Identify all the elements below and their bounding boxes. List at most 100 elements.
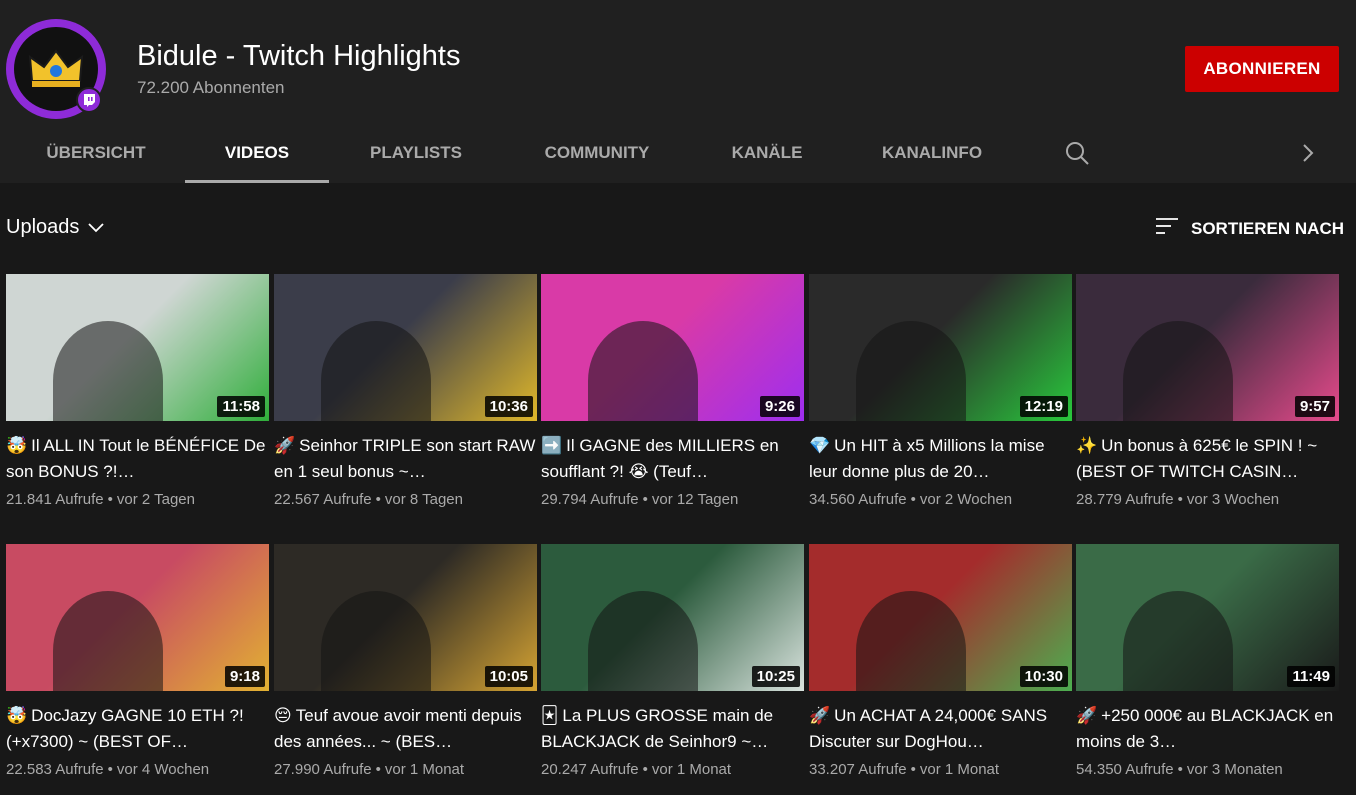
video-card[interactable]: 9:18 🤯 DocJazy GAGNE 10 ETH ?! (+x7300) ~ …: [6, 544, 269, 778]
thumbnail-figure: [321, 591, 432, 691]
video-card[interactable]: 9:57 ✨ Un bonus à 625€ le SPIN ! ~ (BEST O…: [1076, 274, 1339, 508]
video-thumbnail[interactable]: 9:18: [6, 544, 269, 691]
tab-community[interactable]: COMMUNITY: [520, 124, 674, 183]
chevron-down-icon: [87, 216, 105, 239]
video-title-text: DocJazy GAGNE 10 ETH ?! (+x7300) ~ (BEST…: [6, 706, 244, 751]
chevron-right-icon[interactable]: [1298, 140, 1318, 171]
video-meta: 22.567 Aufrufe • vor 8 Tagen: [274, 491, 537, 508]
separator-dot: •: [107, 761, 113, 778]
video-title-text: Il GAGNE des MILLIERS en soufflant ?! 😭 …: [541, 436, 779, 481]
upload-age: vor 12 Tagen: [651, 491, 739, 508]
video-duration: 11:49: [1287, 666, 1335, 687]
video-title[interactable]: ✨ Un bonus à 625€ le SPIN ! ~ (BEST OF TW…: [1076, 433, 1339, 483]
channel-avatar[interactable]: [6, 19, 106, 119]
subscriber-count: 72.200 Abonnenten: [137, 78, 285, 97]
video-title-text: La PLUS GROSSE main de BLACKJACK de Sein…: [541, 706, 774, 751]
view-count: 22.567 Aufrufe: [274, 491, 372, 508]
thumbnail-figure: [53, 591, 164, 691]
video-thumbnail[interactable]: 11:49: [1076, 544, 1339, 691]
separator-dot: •: [107, 491, 113, 508]
video-title-text: Il ALL IN Tout le BÉNÉFICE De son BONUS …: [6, 436, 266, 481]
title-emoji: ✨: [1076, 436, 1098, 456]
video-card[interactable]: 10:30 🚀 Un ACHAT A 24,000€ SANS Discuter s…: [809, 544, 1072, 778]
video-title[interactable]: 🚀 Un ACHAT A 24,000€ SANS Discuter sur Do…: [809, 703, 1072, 753]
video-title[interactable]: ➡️ Il GAGNE des MILLIERS en soufflant ?! …: [541, 433, 804, 483]
video-title[interactable]: 🤯 Il ALL IN Tout le BÉNÉFICE De son BONUS…: [6, 433, 269, 483]
upload-age: vor 4 Wochen: [116, 761, 210, 778]
video-meta: 29.794 Aufrufe • vor 12 Tagen: [541, 491, 804, 508]
upload-age: vor 1 Monat: [651, 761, 732, 778]
video-duration: 10:05: [484, 666, 533, 687]
upload-age: vor 8 Tagen: [384, 491, 463, 508]
search-icon[interactable]: [1064, 140, 1090, 171]
view-count: 27.990 Aufrufe: [274, 761, 372, 778]
subscribe-button[interactable]: ABONNIEREN: [1185, 46, 1339, 92]
video-card[interactable]: 11:58 🤯 Il ALL IN Tout le BÉNÉFICE De son …: [6, 274, 269, 508]
video-title[interactable]: 🚀 Seinhor TRIPLE son start RAW en 1 seul …: [274, 433, 537, 483]
sort-button[interactable]: SORTIEREN NACH: [1155, 216, 1344, 241]
title-emoji: 🚀: [1076, 706, 1098, 726]
video-card[interactable]: 10:36 🚀 Seinhor TRIPLE son start RAW en 1 …: [274, 274, 537, 508]
video-title[interactable]: 😔 Teuf avoue avoir menti depuis des année…: [274, 703, 537, 753]
thumbnail-figure: [588, 591, 699, 691]
video-title[interactable]: 🤯 DocJazy GAGNE 10 ETH ?! (+x7300) ~ (BES…: [6, 703, 269, 753]
video-thumbnail[interactable]: 10:25: [541, 544, 804, 691]
video-duration: 9:18: [224, 666, 265, 687]
title-emoji: 💎: [809, 436, 831, 456]
sort-icon: [1155, 216, 1179, 241]
twitch-icon: [76, 87, 102, 113]
video-title-text: Un ACHAT A 24,000€ SANS Discuter sur Dog…: [809, 706, 1048, 751]
video-meta: 22.583 Aufrufe • vor 4 Wochen: [6, 761, 269, 778]
video-title-text: Seinhor TRIPLE son start RAW en 1 seul b…: [274, 436, 536, 481]
title-emoji: 🚀: [809, 706, 831, 726]
video-card[interactable]: 12:19 💎 Un HIT à x5 Millions la mise leur …: [809, 274, 1072, 508]
tab-uebersicht[interactable]: ÜBERSICHT: [26, 124, 166, 183]
tab-videos[interactable]: VIDEOS: [185, 124, 329, 183]
video-title[interactable]: 💎 Un HIT à x5 Millions la mise leur donne…: [809, 433, 1072, 483]
video-meta: 27.990 Aufrufe • vor 1 Monat: [274, 761, 537, 778]
separator-dot: •: [642, 761, 648, 778]
channel-tabs: ÜBERSICHT VIDEOS PLAYLISTS COMMUNITY KAN…: [0, 124, 1356, 183]
uploads-dropdown[interactable]: Uploads: [6, 216, 105, 239]
video-card[interactable]: 10:05 😔 Teuf avoue avoir menti depuis des …: [274, 544, 537, 778]
view-count: 54.350 Aufrufe: [1076, 761, 1174, 778]
video-thumbnail[interactable]: 10:05: [274, 544, 537, 691]
separator-dot: •: [375, 761, 381, 778]
video-duration: 9:57: [1294, 396, 1335, 417]
video-thumbnail[interactable]: 11:58: [6, 274, 269, 421]
video-title-text: Teuf avoue avoir menti depuis des années…: [274, 706, 522, 751]
video-card[interactable]: 10:25 🃏 La PLUS GROSSE main de BLACKJACK d…: [541, 544, 804, 778]
video-thumbnail[interactable]: 9:26: [541, 274, 804, 421]
title-emoji: 🤯: [6, 436, 28, 456]
upload-age: vor 1 Monat: [384, 761, 465, 778]
thumbnail-figure: [856, 321, 967, 421]
tab-kanaele[interactable]: KANÄLE: [712, 124, 822, 183]
video-duration: 10:36: [484, 396, 533, 417]
video-thumbnail[interactable]: 9:57: [1076, 274, 1339, 421]
separator-dot: •: [910, 761, 916, 778]
video-meta: 20.247 Aufrufe • vor 1 Monat: [541, 761, 804, 778]
video-card[interactable]: 11:49 🚀 +250 000€ au BLACKJACK en moins de…: [1076, 544, 1339, 778]
channel-title: Bidule - Twitch Highlights: [137, 40, 461, 72]
upload-age: vor 2 Wochen: [919, 491, 1013, 508]
tab-kanalinfo[interactable]: KANALINFO: [862, 124, 1002, 183]
view-count: 34.560 Aufrufe: [809, 491, 907, 508]
video-thumbnail[interactable]: 10:36: [274, 274, 537, 421]
thumbnail-figure: [1123, 321, 1234, 421]
uploads-label: Uploads: [6, 216, 80, 238]
thumbnail-figure: [856, 591, 967, 691]
video-thumbnail[interactable]: 10:30: [809, 544, 1072, 691]
separator-dot: •: [375, 491, 381, 508]
tab-playlists[interactable]: PLAYLISTS: [348, 124, 484, 183]
video-thumbnail[interactable]: 12:19: [809, 274, 1072, 421]
video-card[interactable]: 9:26 ➡️ Il GAGNE des MILLIERS en soufflant…: [541, 274, 804, 508]
title-emoji: ➡️: [541, 436, 563, 456]
view-count: 28.779 Aufrufe: [1076, 491, 1174, 508]
separator-dot: •: [1177, 761, 1183, 778]
title-emoji: 🃏: [541, 706, 559, 726]
thumbnail-figure: [53, 321, 164, 421]
video-title[interactable]: 🃏 La PLUS GROSSE main de BLACKJACK de Sei…: [541, 703, 804, 753]
video-duration: 10:30: [1019, 666, 1068, 687]
video-title[interactable]: 🚀 +250 000€ au BLACKJACK en moins de 3…: [1076, 703, 1339, 753]
upload-age: vor 3 Wochen: [1186, 491, 1280, 508]
